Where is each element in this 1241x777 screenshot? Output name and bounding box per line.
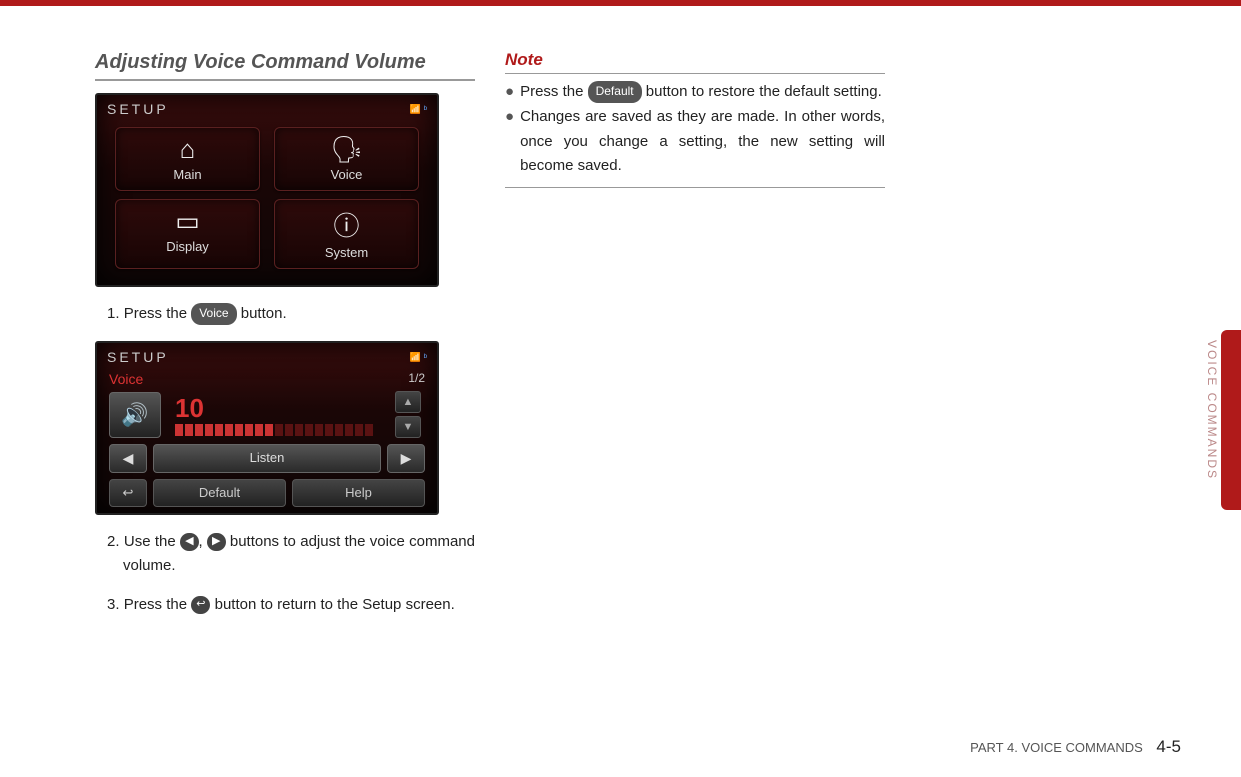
voice-volume-screenshot: SETUP 📶 ᵇ Voice 1/2 🔊 10 ▲ ▼ bbox=[95, 341, 439, 515]
step-1: 1. Press the Voice button. bbox=[111, 302, 475, 326]
voice-chip: Voice bbox=[191, 303, 236, 324]
home-icon: ⌂ bbox=[120, 134, 255, 165]
ss2-title: SETUP bbox=[107, 349, 169, 365]
note-item-2: ● Changes are saved as they are made. In… bbox=[505, 105, 885, 179]
return-chip: ↩ bbox=[191, 596, 210, 614]
left-chip: ◀ bbox=[180, 533, 198, 551]
ss2-page: 1/2 bbox=[408, 371, 425, 387]
side-section-label: VOICE COMMANDS bbox=[1205, 340, 1219, 480]
page-footer: PART 4. VOICE COMMANDS 4-5 bbox=[970, 737, 1181, 757]
voice-icon: 🗣 bbox=[279, 134, 414, 165]
ss2-header: SETUP 📶 ᵇ bbox=[97, 343, 437, 367]
note-title: Note bbox=[505, 50, 885, 74]
ss1-main-button: ⌂Main bbox=[115, 127, 260, 191]
footer-part: PART 4. VOICE COMMANDS bbox=[970, 740, 1143, 755]
ss1-status-icons: 📶 ᵇ bbox=[410, 104, 427, 115]
bullet-icon: ● bbox=[505, 80, 514, 105]
ss1-system-button: ⓘSystem bbox=[274, 199, 419, 269]
ss2-status-icons: 📶 ᵇ bbox=[410, 352, 427, 363]
listen-button: Listen bbox=[153, 444, 381, 473]
bullet-icon: ● bbox=[505, 105, 514, 179]
default-chip: Default bbox=[588, 81, 642, 103]
page-content: Adjusting Voice Command Volume SETUP 📶 ᵇ… bbox=[95, 50, 1181, 737]
listen-row: ◀ Listen ▶ bbox=[97, 444, 437, 479]
ss1-title: SETUP bbox=[107, 101, 169, 117]
down-arrow-icon: ▼ bbox=[395, 416, 421, 438]
volume-row: 🔊 10 ▲ ▼ bbox=[97, 387, 437, 444]
scroll-arrows: ▲ ▼ bbox=[395, 391, 425, 438]
setup-screenshot-1: SETUP 📶 ᵇ ⌂Main 🗣Voice ▭Display ⓘSystem bbox=[95, 93, 439, 287]
back-button: ↩ bbox=[109, 479, 147, 507]
help-button: Help bbox=[292, 479, 425, 507]
default-button: Default bbox=[153, 479, 286, 507]
up-arrow-icon: ▲ bbox=[395, 391, 421, 413]
step-3: 3. Press the ↩ button to return to the S… bbox=[111, 593, 475, 617]
right-column: Note ● Press the Default button to resto… bbox=[505, 50, 885, 737]
section-heading: Adjusting Voice Command Volume bbox=[95, 50, 475, 81]
display-icon: ▭ bbox=[120, 206, 255, 237]
ss1-button-grid: ⌂Main 🗣Voice ▭Display ⓘSystem bbox=[97, 119, 437, 287]
side-tab bbox=[1221, 330, 1241, 510]
left-arrow-button: ◀ bbox=[109, 444, 147, 473]
ss1-header: SETUP 📶 ᵇ bbox=[97, 95, 437, 119]
ss2-subtitle: Voice bbox=[109, 371, 143, 387]
top-red-bar bbox=[0, 0, 1241, 6]
right-chip: ▶ bbox=[207, 533, 225, 551]
speaker-icon: 🔊 bbox=[109, 392, 161, 438]
volume-bars bbox=[175, 424, 387, 436]
right-arrow-button: ▶ bbox=[387, 444, 425, 473]
footer-page-number: 4-5 bbox=[1156, 737, 1181, 756]
volume-value: 10 bbox=[175, 393, 204, 423]
volume-display: 10 bbox=[169, 393, 387, 436]
note-list: ● Press the Default button to restore th… bbox=[505, 80, 885, 188]
step-2: 2. Use the ◀, ▶ buttons to adjust the vo… bbox=[111, 530, 475, 578]
bottom-row: ↩ Default Help bbox=[97, 479, 437, 517]
ss2-subtitle-row: Voice 1/2 bbox=[97, 367, 437, 387]
info-icon: ⓘ bbox=[279, 206, 414, 243]
ss1-voice-button: 🗣Voice bbox=[274, 127, 419, 191]
note-item-1: ● Press the Default button to restore th… bbox=[505, 80, 885, 105]
ss1-display-button: ▭Display bbox=[115, 199, 260, 269]
left-column: Adjusting Voice Command Volume SETUP 📶 ᵇ… bbox=[95, 50, 475, 737]
